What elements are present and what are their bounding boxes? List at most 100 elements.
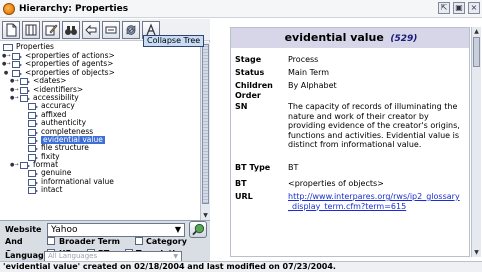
tree-item[interactable]: intact [0, 185, 200, 195]
search-button[interactable] [62, 20, 80, 39]
status-bar: 'evidential value' created on 02/18/2004… [0, 261, 482, 272]
node-icon [12, 69, 22, 77]
property-key: BT Type [235, 163, 271, 172]
window-controls: ⇱ ▣ × [438, 2, 480, 14]
maximize-icon[interactable]: ▣ [453, 2, 465, 14]
property-value: <properties of objects> [288, 179, 384, 188]
property-key: SN [235, 102, 248, 111]
tree-item[interactable]: affixed [0, 110, 200, 119]
collapsed-toggle-icon[interactable]: ●→ [10, 77, 19, 85]
scroll-down-icon[interactable]: ▼ [472, 248, 481, 257]
refresh-button[interactable] [122, 20, 140, 39]
tree-item[interactable]: file structure [0, 143, 200, 153]
website-select[interactable]: Yahoo ▼ [47, 223, 185, 237]
title-bar: Hierarchy: Properties ⇱ ▣ × [0, 0, 482, 18]
property-key: BT [235, 179, 247, 188]
new-document-button[interactable] [2, 20, 20, 39]
edit-icon [45, 23, 58, 35]
edit-button[interactable] [42, 20, 60, 39]
expanded-toggle-icon[interactable]: ● [2, 69, 10, 77]
term-header: evidential value (529) [231, 28, 469, 48]
property-value: BT [288, 163, 299, 172]
node-icon [28, 187, 38, 195]
language-label: Language [5, 251, 50, 260]
node-icon [28, 170, 38, 178]
scroll-down-icon[interactable]: ▼ [201, 211, 210, 220]
term-count: (529) [390, 34, 418, 44]
collapse-icon [105, 26, 117, 33]
collapsed-toggle-icon[interactable]: ●→ [10, 94, 19, 102]
website-row: Website Yahoo ▼ [3, 221, 207, 238]
back-arrow-icon [85, 24, 97, 35]
collapse-tree-button[interactable] [102, 20, 120, 39]
tree-item[interactable]: ●→ accessibility [0, 93, 200, 102]
hierarchy-tree[interactable]: Properties ●→ <properties of actions> ●→ <p… [0, 42, 200, 220]
tree-scroll-thumb[interactable] [202, 44, 209, 204]
node-icon [20, 86, 30, 94]
refresh-icon [126, 24, 136, 35]
back-button[interactable] [82, 20, 100, 39]
broader-term-checkbox[interactable] [47, 237, 55, 245]
globe-search-icon [191, 223, 204, 236]
collapsed-toggle-icon[interactable]: ●→ [10, 161, 19, 169]
term-title: evidential value [284, 31, 384, 44]
tree-item-label: intact [41, 185, 63, 195]
term-detail: evidential value (529) Stage Process Statu… [230, 27, 470, 257]
and-row: And Broader Term Category [3, 236, 207, 247]
category-checkbox[interactable] [135, 237, 143, 245]
website-value: Yahoo [51, 225, 78, 235]
node-icon [12, 53, 22, 60]
tree-scrollbar[interactable]: ▼ [200, 42, 210, 220]
website-label: Website [5, 225, 42, 234]
node-icon [28, 128, 38, 136]
node-icon [20, 94, 30, 102]
chevron-down-icon: ▼ [174, 225, 181, 234]
language-row: Language All Languages ▼ [3, 251, 208, 262]
hierarchy-panel: Collapse Tree Properties ●→ <properties o… [0, 19, 210, 262]
tree-item[interactable]: evidential value [0, 135, 200, 145]
folder-icon [3, 44, 13, 51]
window-title: Hierarchy: Properties [19, 3, 129, 14]
property-key: Children Order [235, 81, 273, 100]
chevron-down-icon: ▼ [173, 253, 178, 260]
tree-item[interactable]: ● <properties of objects> [0, 68, 200, 77]
tree-item[interactable]: ●→ format [0, 160, 200, 170]
property-key: Status [235, 68, 265, 77]
collapse-tree-tooltip: Collapse Tree [143, 35, 205, 47]
tree-item[interactable]: informational value [0, 177, 200, 186]
close-icon[interactable]: × [468, 2, 480, 14]
node-icon [28, 111, 38, 119]
node-icon [20, 78, 30, 86]
tree-item[interactable]: authenticity [0, 118, 200, 128]
app-logo-icon [3, 2, 15, 15]
new-document-icon [6, 23, 17, 36]
tree-item[interactable]: ●→ <dates> [0, 76, 200, 86]
property-key: Stage [235, 55, 262, 64]
language-value: All Languages [48, 252, 98, 260]
binoculars-icon [65, 25, 77, 35]
tree-item[interactable]: ●→ <identifiers> [0, 85, 200, 94]
columns-button[interactable] [22, 20, 40, 39]
restore-icon[interactable]: ⇱ [438, 2, 450, 14]
node-icon [28, 145, 38, 153]
scroll-up-icon[interactable]: ▲ [472, 27, 481, 36]
collapsed-toggle-icon[interactable]: ●→ [2, 52, 11, 60]
and-label: And [5, 237, 23, 246]
tree-item[interactable]: fixity [0, 152, 200, 161]
category-label: Category [146, 237, 187, 246]
detail-scroll-thumb[interactable] [473, 37, 480, 67]
node-icon [28, 136, 38, 144]
property-value: The capacity of records of illuminating … [288, 102, 460, 149]
node-icon [28, 178, 38, 186]
tree-items: ●→ <properties of actions> ●→ <properties o… [0, 51, 200, 195]
detail-scrollbar[interactable]: ▲ ▼ [471, 27, 481, 257]
collapsed-toggle-icon[interactable]: ●→ [2, 60, 11, 68]
term-url-link[interactable]: http://www.interpares.org/rws/ip2_glossa… [288, 192, 461, 211]
tree-item[interactable]: accuracy [0, 101, 200, 111]
node-icon [28, 120, 38, 128]
property-value: By Alphabet [288, 81, 337, 90]
node-icon [12, 61, 22, 69]
collapsed-toggle-icon[interactable]: ●→ [10, 86, 19, 94]
broader-term-label: Broader Term [59, 237, 120, 246]
property-value: Main Term [288, 68, 330, 77]
